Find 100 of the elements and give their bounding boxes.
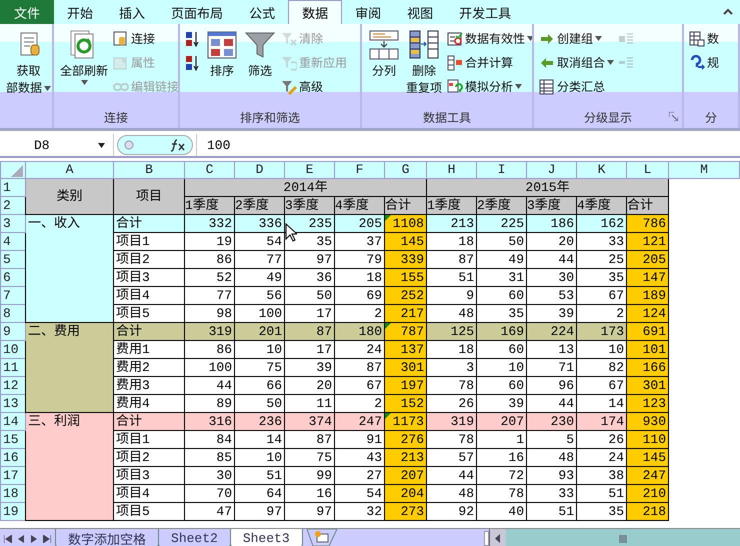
table-cell: 67 (576, 286, 626, 304)
ribbon-button[interactable]: 合并计算 (446, 51, 532, 74)
table-cell: 101 (626, 340, 668, 358)
row-header[interactable]: 14 (0, 412, 26, 430)
table-cell: 252 (384, 286, 426, 304)
row-header[interactable]: 8 (0, 304, 26, 322)
ribbon-tab[interactable]: 插入 (106, 0, 158, 24)
validation-icon (447, 30, 464, 46)
ribbon-button[interactable]: 连接 (112, 27, 178, 50)
row-header[interactable]: 2 (0, 196, 26, 214)
ribbon-button[interactable]: 模拟分析 (446, 75, 532, 98)
row-header[interactable]: 10 (0, 340, 26, 358)
column-header[interactable]: D (234, 162, 284, 178)
row-header[interactable]: 9 (0, 322, 26, 340)
table-cell: 项目5 (114, 502, 184, 520)
table-cell: 78 (426, 430, 476, 448)
ribbon-button[interactable]: 排序 (204, 27, 240, 80)
row-header[interactable]: 18 (0, 484, 26, 502)
ribbon-button[interactable]: 规 (688, 51, 720, 74)
table-cell: 26 (426, 394, 476, 412)
ribbon-tab[interactable]: 数据 (288, 0, 342, 24)
ribbon-tab[interactable]: 开发工具 (446, 0, 524, 24)
sort-ascending-icon (185, 30, 201, 46)
ribbon-tab[interactable]: 文件 (0, 0, 54, 24)
horizontal-scrollbar[interactable] (489, 529, 740, 546)
table-cell: 51 (576, 484, 626, 502)
column-header[interactable]: H (426, 162, 476, 178)
column-header[interactable]: G (384, 162, 426, 178)
table-cell: 205 (334, 214, 384, 232)
sheet-tab[interactable]: Sheet3 (230, 529, 303, 546)
table-cell: 9 (426, 286, 476, 304)
row-header[interactable]: 3 (0, 214, 26, 232)
scroll-left-icon[interactable] (17, 534, 25, 542)
name-box[interactable]: D8 (0, 134, 114, 156)
ribbon-button[interactable]: 全部刷新 (58, 27, 110, 85)
row-header[interactable]: 11 (0, 358, 26, 376)
new-sheet-icon[interactable] (304, 529, 339, 546)
ribbon-button[interactable]: 获取 部数据 (4, 27, 52, 97)
row-header[interactable]: 19 (0, 502, 26, 520)
column-header[interactable]: I (476, 162, 526, 178)
column-header[interactable]: A (26, 162, 114, 178)
column-header[interactable]: B (114, 162, 184, 178)
row-header[interactable]: 17 (0, 466, 26, 484)
column-label: 3季度 (526, 196, 576, 214)
row-header[interactable]: 5 (0, 250, 26, 268)
table-cell: 5 (526, 430, 576, 448)
table-cell: 51 (234, 466, 284, 484)
column-header[interactable]: L (626, 162, 668, 178)
ribbon-button[interactable]: 取消组合 (538, 51, 616, 74)
column-header[interactable]: J (526, 162, 576, 178)
column-header[interactable]: C (184, 162, 234, 178)
table-cell: 201 (234, 322, 284, 340)
clear-filter-icon (281, 30, 297, 46)
table-cell: 57 (426, 448, 476, 466)
ribbon-button[interactable]: 删除 重复项 (404, 27, 444, 97)
table-cell: 项目2 (114, 448, 184, 466)
ribbon-button[interactable]: 筛选 (242, 27, 278, 80)
ribbon-button[interactable]: 数据有效性 (446, 27, 532, 50)
table-cell: 51 (526, 502, 576, 520)
ribbon-button[interactable]: 分类汇总 (538, 75, 616, 98)
row-header[interactable]: 4 (0, 232, 26, 250)
column-header[interactable]: M (668, 162, 740, 178)
ribbon-tab[interactable]: 公式 (236, 0, 288, 24)
column-label: 1季度 (426, 196, 476, 214)
sheet-tab[interactable]: 数字添加空格 (55, 529, 160, 546)
ribbon-button[interactable]: 高级 (280, 75, 348, 98)
column-header[interactable]: E (284, 162, 334, 178)
table-cell: 786 (626, 214, 668, 232)
ribbon-tab[interactable]: 开始 (54, 0, 106, 24)
ribbon-tab[interactable]: 视图 (394, 0, 446, 24)
ribbon-tab[interactable]: 审阅 (342, 0, 394, 24)
table-cell: 316 (184, 412, 234, 430)
ribbon-button[interactable]: 分列 (366, 27, 402, 80)
column-header[interactable]: F (334, 162, 384, 178)
ribbon-button[interactable]: 创建组 (538, 27, 616, 50)
row-header[interactable]: 16 (0, 448, 26, 466)
row-header[interactable]: 1 (0, 178, 26, 196)
function-button[interactable] (117, 135, 193, 155)
row-header[interactable]: 7 (0, 286, 26, 304)
table-cell: 336 (234, 214, 284, 232)
scroll-left-icon[interactable] (490, 529, 506, 546)
scroll-right-icon[interactable] (30, 534, 38, 542)
table-cell: 207 (384, 466, 426, 484)
column-header[interactable]: K (576, 162, 626, 178)
split-handle[interactable] (484, 531, 489, 546)
split-columns-icon (368, 29, 400, 61)
dialog-launcher-icon[interactable] (669, 112, 678, 121)
scroll-right-icon[interactable] (43, 534, 51, 542)
row-header[interactable]: 15 (0, 430, 26, 448)
formula-field[interactable]: 100 (196, 134, 740, 156)
table-cell: 43 (334, 448, 384, 466)
row-header[interactable]: 13 (0, 394, 26, 412)
row-header[interactable]: 6 (0, 268, 26, 286)
ribbon-tab[interactable]: 页面布局 (158, 0, 236, 24)
ribbon-button[interactable]: 数 (688, 27, 720, 50)
table-cell: 100 (184, 358, 234, 376)
scroll-left-icon[interactable] (4, 534, 12, 542)
table-cell: 51 (426, 268, 476, 286)
table-cell: 2 (334, 304, 384, 322)
row-header[interactable]: 12 (0, 376, 26, 394)
